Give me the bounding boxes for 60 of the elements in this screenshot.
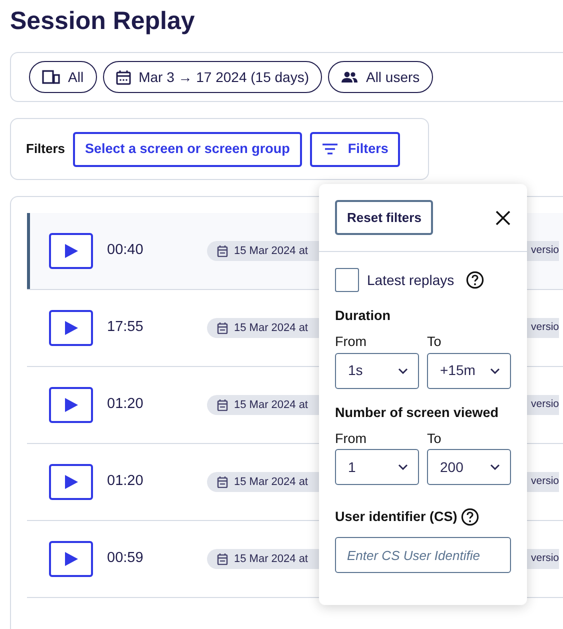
play-icon bbox=[64, 244, 78, 258]
scope-pill[interactable]: Mar 3 → 17 2024 (15 days) bbox=[102, 61, 322, 93]
help-icon bbox=[461, 508, 480, 526]
calendar-icon bbox=[217, 245, 228, 257]
play-button[interactable] bbox=[49, 387, 93, 423]
help-icon bbox=[466, 271, 484, 289]
chevron-down-icon bbox=[490, 464, 500, 470]
version-tag: versio bbox=[527, 318, 560, 338]
dropdown[interactable]: 1s bbox=[335, 352, 419, 388]
page-title: Session Replay bbox=[10, 6, 196, 36]
chevron-down-icon bbox=[398, 368, 408, 374]
play-button[interactable] bbox=[49, 233, 93, 269]
calendar-icon bbox=[217, 476, 228, 488]
replay-duration: 01:20 bbox=[107, 472, 144, 492]
latest-replays-checkbox[interactable] bbox=[335, 268, 359, 292]
screen-select-button[interactable]: Select a screen or screen group bbox=[73, 132, 302, 166]
close-icon bbox=[495, 210, 511, 226]
field-label: From bbox=[335, 333, 368, 352]
chevron-down-icon bbox=[490, 368, 500, 374]
field-label: To bbox=[427, 333, 442, 352]
play-button[interactable] bbox=[49, 310, 93, 346]
play-icon bbox=[64, 321, 78, 335]
date-text: 15 Mar 2024 at bbox=[234, 244, 308, 259]
section-title: Duration bbox=[335, 307, 392, 325]
filter-icon bbox=[322, 143, 338, 155]
calendar-icon bbox=[217, 322, 228, 334]
users-icon bbox=[340, 71, 358, 83]
user-identifier-field[interactable]: Enter CS User Identifie bbox=[335, 537, 511, 574]
play-icon bbox=[64, 475, 78, 489]
devices-icon bbox=[42, 70, 60, 84]
checkbox-label: Latest replays bbox=[367, 270, 454, 290]
calendar-icon bbox=[116, 70, 131, 84]
play-icon bbox=[64, 398, 78, 412]
date-text: 15 Mar 2024 at bbox=[234, 474, 308, 490]
version-tag: versio bbox=[527, 241, 560, 261]
version-tag: versio bbox=[527, 395, 560, 415]
scope-pill[interactable]: All users bbox=[328, 61, 433, 93]
replay-duration: 00:40 bbox=[107, 241, 144, 260]
dropdown[interactable]: 200 bbox=[427, 449, 511, 485]
filters-button[interactable]: Filters bbox=[310, 132, 400, 166]
replay-duration: 00:59 bbox=[107, 549, 144, 568]
replay-duration: 17:55 bbox=[107, 318, 144, 338]
date-text: 15 Mar 2024 at bbox=[234, 398, 308, 413]
dropdown[interactable]: +15m bbox=[427, 352, 511, 388]
play-button[interactable] bbox=[49, 464, 93, 500]
play-button[interactable] bbox=[49, 541, 93, 577]
calendar-icon bbox=[217, 399, 228, 411]
version-tag: versio bbox=[527, 549, 560, 569]
date-text: 15 Mar 2024 at bbox=[234, 552, 308, 567]
date-text: 15 Mar 2024 at bbox=[234, 320, 308, 336]
section-title: Number of screen viewed bbox=[335, 404, 500, 422]
dropdown[interactable]: 1 bbox=[335, 449, 419, 485]
play-icon bbox=[64, 552, 78, 566]
replay-duration: 01:20 bbox=[107, 395, 144, 414]
version-tag: versio bbox=[527, 472, 560, 492]
scope-pill[interactable]: All bbox=[29, 61, 97, 93]
filters-label: Filters bbox=[26, 140, 66, 158]
calendar-icon bbox=[217, 553, 228, 565]
reset-filters-button[interactable]: Reset filters bbox=[335, 200, 434, 235]
chevron-down-icon bbox=[398, 464, 408, 470]
